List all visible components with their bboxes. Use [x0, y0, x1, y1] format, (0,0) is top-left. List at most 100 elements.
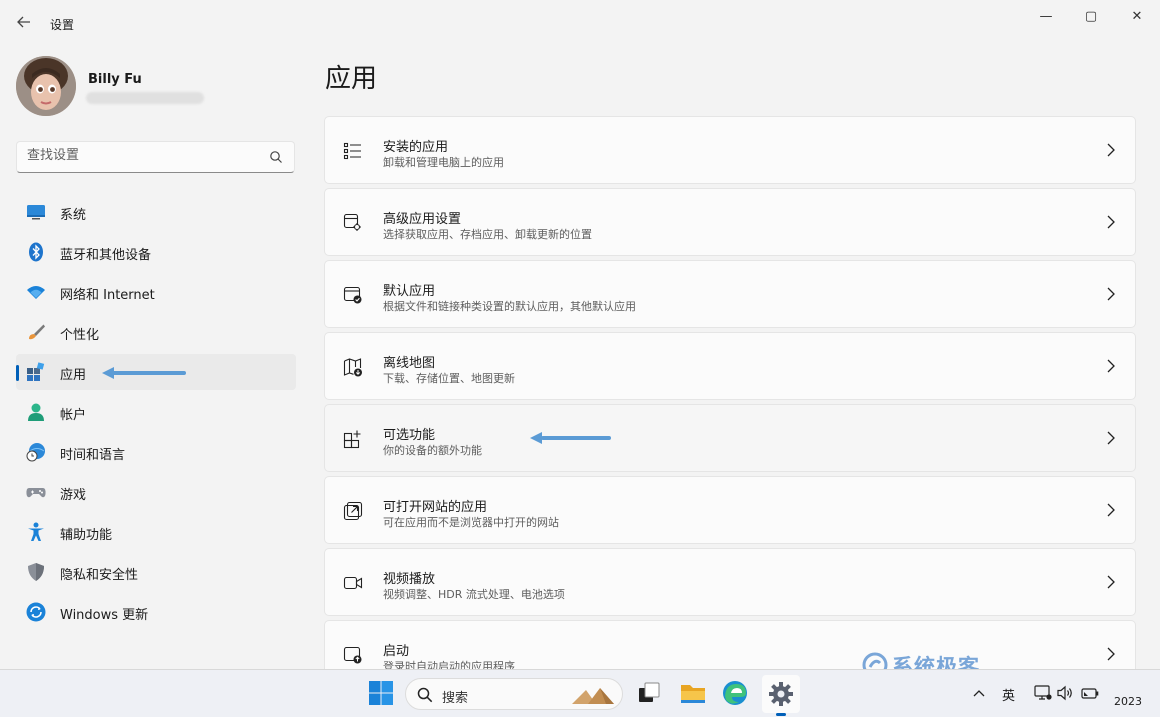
monitor-icon: [26, 202, 46, 222]
chevron-right-icon: [1105, 142, 1117, 158]
active-app-indicator: [776, 713, 786, 716]
search-icon[interactable]: [268, 149, 284, 165]
card-default-apps[interactable]: 默认应用 根据文件和链接种类设置的默认应用，其他默认应用: [324, 260, 1136, 328]
profile-name: Billy Fu: [88, 72, 142, 87]
taskbar-clock[interactable]: 2023: [1114, 695, 1142, 708]
card-subtitle: 下载、存储位置、地图更新: [383, 372, 515, 385]
chevron-right-icon: [1105, 502, 1117, 518]
maximize-button[interactable]: ▢: [1076, 8, 1106, 26]
chevron-right-icon: [1105, 430, 1117, 446]
card-installed-apps[interactable]: 安装的应用 卸载和管理电脑上的应用: [324, 116, 1136, 184]
chevron-right-icon: [1105, 358, 1117, 374]
edge-browser-icon[interactable]: [722, 680, 750, 708]
chevron-right-icon: [1105, 286, 1117, 302]
sidebar-item-network[interactable]: 网络和 Internet: [16, 274, 296, 310]
sidebar-item-accessibility[interactable]: 辅助功能: [16, 514, 296, 550]
chevron-right-icon: [1105, 214, 1117, 230]
input-method-indicator[interactable]: 英: [1002, 685, 1015, 704]
search-highlight-icon: [570, 683, 616, 709]
sidebar-item-personalization[interactable]: 个性化: [16, 314, 296, 350]
title-bar: 设置 — ▢ ✕: [0, 0, 1160, 48]
taskbar-search[interactable]: 搜索: [405, 678, 623, 710]
volume-icon[interactable]: [1056, 684, 1074, 706]
chevron-up-icon[interactable]: [972, 686, 986, 704]
startup-icon: [343, 645, 363, 665]
accessibility-icon: [26, 522, 46, 542]
annotation-arrow-head: [102, 367, 114, 379]
settings-search-box[interactable]: [16, 141, 295, 173]
network-icon[interactable]: [1034, 684, 1052, 706]
minimize-button[interactable]: —: [1031, 8, 1061, 26]
sidebar-item-label: 游戏: [60, 488, 87, 503]
back-arrow-icon[interactable]: [14, 14, 34, 34]
sidebar-item-gaming[interactable]: 游戏: [16, 474, 296, 510]
update-icon: [26, 602, 46, 622]
person-icon: [26, 402, 46, 422]
taskbar: 搜索 英 2023: [0, 669, 1160, 717]
start-button-icon[interactable]: [368, 680, 396, 708]
card-advanced-app-settings[interactable]: 高级应用设置 选择获取应用、存档应用、卸载更新的位置: [324, 188, 1136, 256]
brush-icon: [26, 322, 46, 342]
sidebar-item-label: 隐私和安全性: [60, 568, 139, 583]
sidebar-item-accounts[interactable]: 帐户: [16, 394, 296, 430]
map-icon: [343, 357, 363, 377]
sidebar-item-system[interactable]: 系统: [16, 194, 296, 230]
card-optional-features[interactable]: 可选功能 你的设备的额外功能: [324, 404, 1136, 472]
gamepad-icon: [26, 482, 46, 502]
bluetooth-icon: [26, 242, 46, 262]
card-apps-for-websites[interactable]: 可打开网站的应用 可在应用而不是浏览器中打开的网站: [324, 476, 1136, 544]
card-title: 可打开网站的应用: [383, 500, 488, 515]
sidebar-item-apps[interactable]: 应用: [16, 354, 296, 390]
globe-clock-icon: [26, 442, 46, 462]
sidebar-item-label: 系统: [60, 208, 87, 223]
card-subtitle: 卸载和管理电脑上的应用: [383, 156, 504, 169]
task-view-icon[interactable]: [636, 680, 664, 708]
page-title: 应用: [325, 64, 378, 94]
sidebar-item-label: 蓝牙和其他设备: [60, 248, 152, 263]
sidebar-item-bluetooth[interactable]: 蓝牙和其他设备: [16, 234, 296, 270]
sidebar-item-windows-update[interactable]: Windows 更新: [16, 594, 296, 630]
card-title: 视频播放: [383, 572, 436, 587]
card-subtitle: 视频调整、HDR 流式处理、电池选项: [383, 588, 565, 601]
profile-email-redacted: [86, 92, 204, 104]
card-offline-maps[interactable]: 离线地图 下载、存储位置、地图更新: [324, 332, 1136, 400]
card-title: 高级应用设置: [383, 212, 462, 227]
list-icon: [343, 141, 363, 161]
taskbar-search-label: 搜索: [442, 691, 469, 706]
sidebar-item-label: 个性化: [60, 328, 100, 343]
annotation-arrow: [541, 436, 611, 440]
close-button[interactable]: ✕: [1122, 8, 1152, 26]
settings-list: 安装的应用 卸载和管理电脑上的应用 高级应用设置 选择获取应用、存档应用、卸载更…: [324, 116, 1136, 692]
search-input[interactable]: [27, 148, 257, 163]
sidebar-item-label: 辅助功能: [60, 528, 113, 543]
battery-icon[interactable]: [1080, 684, 1100, 706]
file-explorer-icon[interactable]: [680, 680, 708, 708]
app-title: 设置: [50, 18, 75, 32]
active-indicator: [16, 365, 19, 381]
card-title: 安装的应用: [383, 140, 449, 155]
card-video-playback[interactable]: 视频播放 视频调整、HDR 流式处理、电池选项: [324, 548, 1136, 616]
app-settings-icon: [343, 213, 363, 233]
sidebar-item-label: Windows 更新: [60, 608, 149, 623]
card-subtitle: 根据文件和链接种类设置的默认应用，其他默认应用: [383, 300, 636, 313]
default-apps-icon: [343, 285, 363, 305]
card-title: 可选功能: [383, 428, 436, 443]
sidebar-item-label: 时间和语言: [60, 448, 126, 463]
sidebar-item-privacy[interactable]: 隐私和安全性: [16, 554, 296, 590]
sidebar-item-label: 应用: [60, 368, 87, 383]
card-title: 离线地图: [383, 356, 436, 371]
user-profile[interactable]: Billy Fu: [16, 56, 296, 120]
card-subtitle: 可在应用而不是浏览器中打开的网站: [383, 516, 559, 529]
chevron-right-icon: [1105, 574, 1117, 590]
sidebar-item-time-language[interactable]: 时间和语言: [16, 434, 296, 470]
shield-icon: [26, 562, 46, 582]
card-subtitle: 选择获取应用、存档应用、卸载更新的位置: [383, 228, 592, 241]
video-icon: [343, 573, 363, 593]
search-icon: [416, 686, 434, 708]
wifi-icon: [26, 282, 46, 302]
annotation-arrow: [112, 371, 186, 375]
sidebar-item-label: 网络和 Internet: [60, 288, 155, 303]
annotation-arrow-head: [530, 432, 542, 444]
settings-gear-icon[interactable]: [767, 680, 795, 708]
card-subtitle: 你的设备的额外功能: [383, 444, 482, 457]
